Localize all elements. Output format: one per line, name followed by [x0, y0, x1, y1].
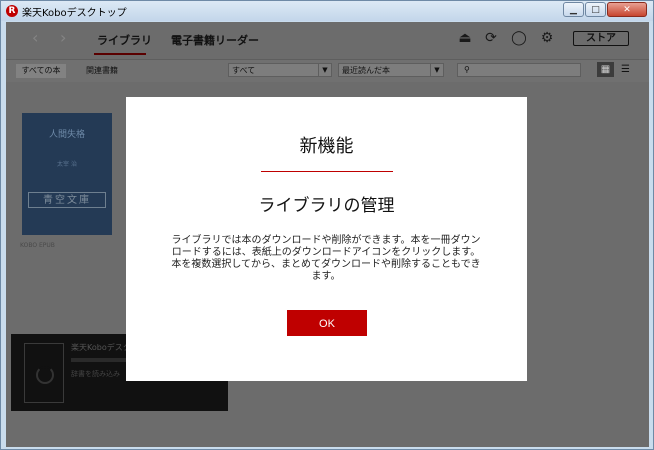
kobo-app-icon: R: [6, 5, 18, 17]
all-books-filter[interactable]: すべての本: [16, 64, 66, 78]
filter-select-value: すべて: [232, 66, 256, 75]
ok-button[interactable]: OK: [287, 310, 367, 336]
title-bar[interactable]: R 楽天Koboデスクトップ ▁ □ ✕: [1, 1, 653, 21]
search-icon: ⚲: [464, 65, 470, 74]
download-title: 楽天Koboデスク: [71, 343, 131, 352]
eject-icon[interactable]: ⏏: [457, 30, 473, 46]
search-input[interactable]: ⚲: [457, 63, 581, 77]
book-cover-author: 太宰 治: [57, 161, 77, 168]
gear-icon[interactable]: ⚙: [539, 30, 555, 46]
window-controls: ▁ □ ✕: [562, 2, 647, 17]
related-books-filter[interactable]: 関連書籍: [86, 64, 118, 78]
active-tab-indicator: [94, 53, 146, 55]
maximize-button[interactable]: □: [585, 2, 606, 17]
book-format-label: KOBO EPUB: [20, 242, 55, 249]
tab-ebook-reader[interactable]: 電子書籍リーダー: [171, 32, 259, 48]
chevron-down-icon: ▼: [318, 64, 331, 76]
sort-select[interactable]: 最近読んだ本 ▼: [338, 63, 444, 77]
new-feature-dialog: 新機能 ライブラリの管理 ライブラリでは本のダウンロードや削除ができます。本を一…: [126, 97, 527, 381]
tab-library[interactable]: ライブラリ: [97, 32, 152, 48]
download-status: 辞書を読み込み: [71, 370, 120, 378]
sort-select-value: 最近読んだ本: [342, 66, 390, 75]
grid-view-icon[interactable]: ▦: [597, 62, 614, 77]
top-navigation: ‹ › ライブラリ 電子書籍リーダー ⏏ ⟳ ◯ ⚙ ストア: [6, 22, 649, 57]
chevron-down-icon: ▼: [430, 64, 443, 76]
filter-bar: すべての本 関連書籍 すべて ▼ 最近読んだ本 ▼ ⚲ ▦ ☰: [6, 59, 649, 82]
sync-icon[interactable]: ⟳: [483, 30, 499, 46]
dialog-divider: [261, 171, 393, 172]
dialog-body-text: ライブラリでは本のダウンロードや削除ができます。本を一冊ダウンロードするには、表…: [171, 235, 481, 282]
back-arrow-icon[interactable]: ‹: [32, 30, 46, 46]
window-title: 楽天Koboデスクトップ: [22, 8, 127, 19]
book-cover[interactable]: 人間失格 太宰 治 青空文庫: [22, 113, 112, 235]
download-thumbnail: [24, 343, 64, 403]
forward-arrow-icon[interactable]: ›: [60, 30, 74, 46]
minimize-button[interactable]: ▁: [563, 2, 584, 17]
account-icon[interactable]: ◯: [511, 30, 527, 46]
dialog-heading: 新機能: [299, 136, 354, 157]
dialog-title: ライブラリの管理: [258, 196, 395, 216]
book-cover-publisher: 青空文庫: [28, 192, 106, 208]
close-button[interactable]: ✕: [607, 2, 647, 17]
list-view-icon[interactable]: ☰: [617, 62, 634, 77]
store-button[interactable]: ストア: [573, 31, 629, 46]
filter-select[interactable]: すべて ▼: [228, 63, 332, 77]
book-cover-title: 人間失格: [48, 130, 85, 140]
loading-spinner-icon: [36, 366, 54, 384]
